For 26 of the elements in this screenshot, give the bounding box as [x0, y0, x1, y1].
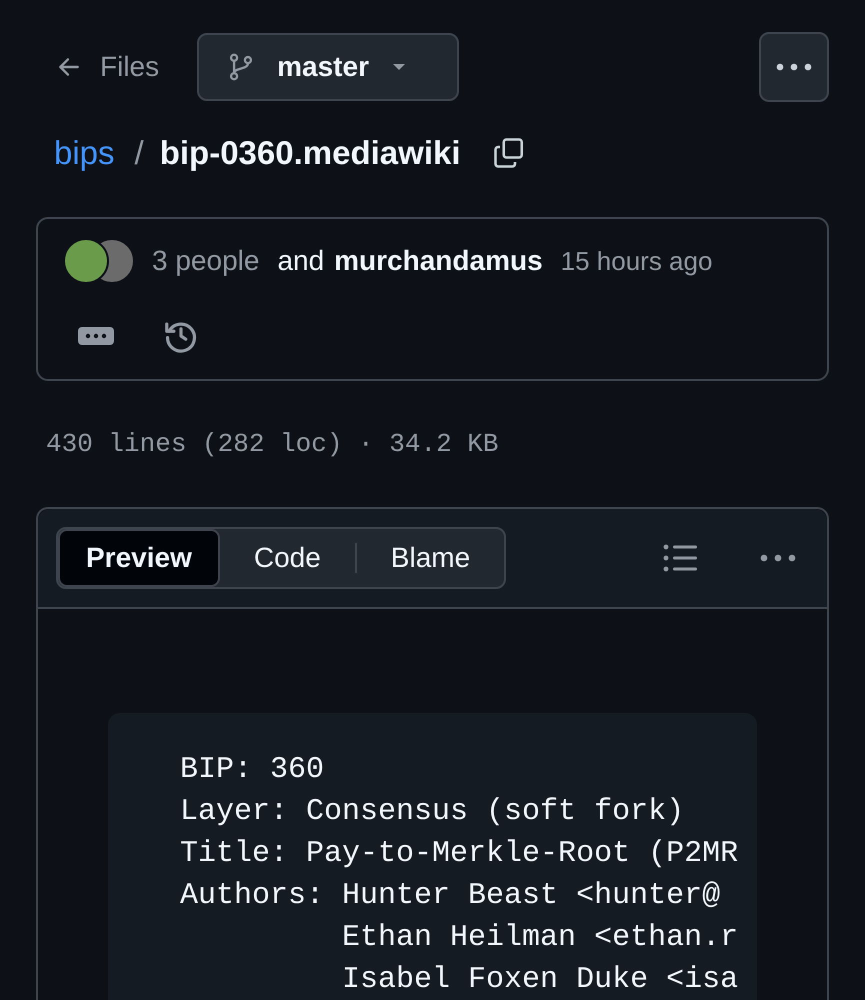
code-line: Authors: Hunter Beast <hunter@ [180, 878, 722, 915]
repo-link[interactable]: bips [54, 134, 115, 172]
path-separator: / [134, 134, 144, 172]
code-line: Ethan Heilman <ethan.r [341, 920, 740, 957]
more-options-button[interactable] [759, 32, 829, 102]
contributors-link[interactable]: 3 people [152, 245, 260, 277]
view-tab[interactable]: Preview [58, 529, 220, 587]
code-line: Title: Pay-to-Merkle-Root (P2MR [180, 836, 740, 873]
outline-list-icon[interactable] [663, 544, 697, 572]
file-name: bip-0360.mediawiki [160, 134, 461, 172]
file-stats: 430 lines (282 loc) · 34.2 KB [46, 429, 500, 459]
view-tab[interactable]: Blame [356, 529, 504, 587]
more-icon [775, 63, 813, 71]
code-line: Isabel Foxen Duke <isa [341, 962, 740, 999]
back-to-files-link[interactable]: Files [56, 51, 160, 83]
code-line: BIP: 360 [180, 752, 326, 789]
and-text: and [277, 245, 324, 277]
branch-selector-button[interactable]: master [197, 33, 460, 101]
ellipsis-icon[interactable] [78, 327, 114, 345]
code-line: Layer: Consensus (soft fork) [180, 794, 686, 831]
caret-icon [390, 62, 407, 72]
avatar-stack[interactable] [62, 237, 136, 285]
commit-time: 15 hours ago [560, 246, 712, 276]
more-icon[interactable] [759, 554, 797, 562]
author-link[interactable]: murchandamus [334, 245, 543, 277]
view-tab[interactable]: Code [220, 529, 355, 587]
